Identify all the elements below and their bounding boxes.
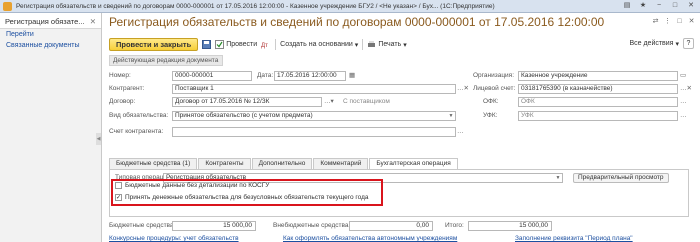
- post-icon: [215, 40, 225, 49]
- date-field[interactable]: 17.05.2016 12:00:00: [274, 71, 346, 81]
- chevron-down-icon: ▾: [675, 40, 679, 48]
- chevron-down-icon: ▾: [403, 41, 407, 49]
- checkbox-no-kosgu-label: Бюджетные данные без детализации по КОСГ…: [125, 182, 270, 189]
- sidebar: Регистрация обязате... ✕ Перейти Связанн…: [0, 13, 102, 242]
- dt-kt-icon: Дт: [261, 43, 268, 49]
- post-button[interactable]: Провести: [215, 40, 257, 49]
- toolbar: Провести и закрыть Провести Дт Создать н…: [109, 37, 694, 52]
- sidebar-title-text: Регистрация обязате...: [5, 17, 85, 26]
- with-supplier-link[interactable]: С поставщиком: [343, 98, 390, 105]
- counterparty-account-label: Счет контрагента:: [109, 128, 164, 135]
- autonomous-institutions-link[interactable]: Как оформлять обязательства автономным у…: [283, 235, 457, 242]
- favorite-icon[interactable]: ★: [636, 1, 650, 11]
- sidebar-title: Регистрация обязате... ✕: [0, 13, 101, 29]
- date-label: Дата:: [257, 72, 274, 79]
- more-icon[interactable]: ⋮: [663, 17, 672, 26]
- sidebar-close-icon[interactable]: ✕: [90, 17, 96, 26]
- chevron-down-icon: ▼: [448, 113, 454, 119]
- number-label: Номер:: [109, 72, 131, 79]
- document-form: Регистрация обязательств и сведений по д…: [103, 13, 700, 242]
- close-icon[interactable]: ✕: [684, 1, 698, 11]
- counterparty-account-field[interactable]: [172, 127, 456, 137]
- organization-label: Организация:: [473, 72, 515, 79]
- maximize-form-icon[interactable]: □: [675, 17, 684, 26]
- tab-accounting-operation[interactable]: Бухгалтерская операция: [369, 158, 458, 169]
- account-field[interactable]: 03181765390 (в казначействе): [518, 84, 678, 94]
- chevron-down-icon: ▼: [555, 175, 561, 181]
- obligation-type-value: Принятое обязательство (с учетом предмет…: [175, 112, 313, 119]
- ufk-field[interactable]: УФК: [518, 111, 678, 121]
- all-actions-button[interactable]: Все действия ▾: [629, 40, 679, 48]
- checkbox-no-kosgu[interactable]: Бюджетные данные без детализации по КОСГ…: [115, 182, 269, 189]
- window-title: Регистрация обязательств и сведений по д…: [16, 2, 495, 10]
- print-button[interactable]: Печать ▾: [367, 40, 407, 49]
- sidebar-item-related-docs[interactable]: Связанные документы: [0, 40, 101, 51]
- grand-total-label: Итого:: [445, 222, 464, 229]
- chevron-down-icon: ▾: [354, 41, 359, 49]
- dt-kt-button[interactable]: Дт: [261, 40, 271, 49]
- ofk-label: ОФК:: [483, 98, 499, 105]
- ufk-label: УФК:: [483, 112, 498, 119]
- help-button[interactable]: ?: [683, 38, 694, 49]
- ufk-select-icon[interactable]: …: [680, 111, 687, 121]
- checkbox-accept-obligations-label: Принять денежные обязательства для безус…: [125, 194, 369, 201]
- all-actions-label: Все действия: [629, 40, 674, 47]
- tab-contractors[interactable]: Контрагенты: [198, 158, 251, 169]
- save-icon: [202, 40, 212, 49]
- plan-period-link[interactable]: Заполнение реквизита "Период плана": [515, 235, 633, 242]
- organization-field[interactable]: Казенное учреждение: [518, 71, 678, 81]
- contractor-label: Контрагент:: [109, 85, 145, 92]
- budget-total-field: 15 000,00: [172, 221, 256, 231]
- budget-total-label: Бюджетные средства:: [109, 222, 176, 229]
- offbudget-total-label: Внебюджетные средства:: [273, 222, 351, 229]
- minimize-icon[interactable]: −: [652, 1, 666, 11]
- sidebar-item-goto[interactable]: Перейти: [0, 29, 101, 40]
- number-field[interactable]: 0000-000001: [172, 71, 252, 81]
- maximize-icon[interactable]: □: [668, 1, 682, 11]
- link-icon[interactable]: ⇄: [651, 17, 660, 26]
- ofk-field[interactable]: ОФК: [518, 97, 678, 107]
- contract-field[interactable]: Договор от 17.05.2016 № 12/ЗК: [172, 97, 322, 107]
- window-titlebar: Регистрация обязательств и сведений по д…: [0, 0, 700, 13]
- printer-icon: [368, 41, 376, 47]
- create-based-label: Создать на основании: [280, 41, 353, 48]
- post-and-close-button[interactable]: Провести и закрыть: [109, 38, 199, 51]
- close-form-icon[interactable]: ✕: [687, 17, 696, 26]
- toolbar-divider: [275, 39, 277, 50]
- svg-text:Дт: Дт: [261, 43, 268, 49]
- offbudget-total-field: 0,00: [349, 221, 433, 231]
- calendar-icon[interactable]: ▦: [349, 71, 355, 81]
- post-label: Провести: [226, 41, 258, 48]
- ofk-select-icon[interactable]: …: [680, 97, 687, 107]
- counterparty-account-select-icon[interactable]: …: [457, 127, 464, 137]
- edition-banner: Действующая редакция документа: [109, 55, 223, 66]
- create-based-on-button[interactable]: Создать на основании ▾: [280, 41, 358, 49]
- tab-additional[interactable]: Дополнительно: [251, 158, 313, 169]
- tab-budget-funds[interactable]: Бюджетные средства (1): [109, 158, 198, 169]
- checkbox-unchecked[interactable]: [115, 182, 122, 189]
- save-button[interactable]: [202, 40, 212, 49]
- grand-total-field: 15 000,00: [468, 221, 552, 231]
- contractor-select-icon[interactable]: …✕: [457, 84, 469, 94]
- window-menu-icon[interactable]: ▤: [620, 1, 634, 11]
- obligation-type-label: Вид обязательства:: [109, 112, 169, 119]
- account-label: Лицевой счет:: [473, 85, 516, 92]
- contractor-field[interactable]: Поставщик 1: [172, 84, 456, 94]
- collapse-sidebar-icon[interactable]: ◀: [96, 133, 101, 145]
- tab-bar: Бюджетные средства (1) Контрагенты Допол…: [109, 158, 459, 169]
- preview-button[interactable]: Предварительный просмотр: [573, 173, 669, 183]
- contract-label: Договор:: [109, 98, 136, 105]
- app-icon: [3, 1, 12, 11]
- obligation-type-select[interactable]: Принятое обязательство (с учетом предмет…: [172, 111, 456, 121]
- account-select-icon[interactable]: …✕: [680, 84, 692, 94]
- toolbar-divider: [362, 39, 364, 50]
- tab-comment[interactable]: Комментарий: [313, 158, 369, 169]
- checkbox-checked[interactable]: ✓: [115, 194, 122, 201]
- competitive-procedures-link[interactable]: Конкурсные процедуры: учет обязательств: [109, 235, 239, 242]
- contract-select-icon[interactable]: …▾: [324, 97, 334, 107]
- checkbox-accept-obligations[interactable]: ✓ Принять денежные обязательства для без…: [115, 194, 369, 201]
- page-title: Регистрация обязательств и сведений по д…: [109, 15, 605, 29]
- open-icon[interactable]: ▭: [680, 71, 686, 81]
- print-label: Печать: [378, 41, 402, 48]
